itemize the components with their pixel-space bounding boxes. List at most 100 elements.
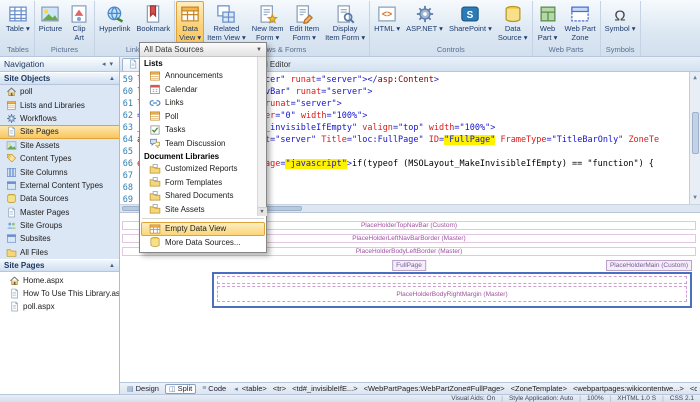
ribbon-group-name: Pictures xyxy=(36,45,93,56)
sidebar-item-label: Site Columns xyxy=(20,168,68,177)
sidebar-item-master-pages[interactable]: Master Pages xyxy=(0,206,119,219)
tag-path-item[interactable]: <td#_invisibleIfE...> xyxy=(292,384,357,393)
ribbon-button-bookmark[interactable]: Bookmark xyxy=(133,1,173,35)
scrollbar-thumb[interactable] xyxy=(692,112,699,154)
menu-item-links[interactable]: Links xyxy=(141,96,256,110)
sidebar-item-lists-and-libraries[interactable]: Lists and Libraries xyxy=(0,98,119,111)
omega-icon: Ω xyxy=(610,4,630,24)
tree-item-home-aspx[interactable]: Home.aspx xyxy=(0,274,119,287)
menu-item-calendar[interactable]: Calendar xyxy=(141,83,256,97)
ribbon-button-picture[interactable]: Picture xyxy=(36,1,65,35)
ribbon-button-asp-net[interactable]: ASP.NET ▾ xyxy=(403,1,446,35)
menu-item-shared-documents[interactable]: Shared Documents xyxy=(141,189,256,203)
sidebar-item-site-columns[interactable]: Site Columns xyxy=(0,165,119,178)
menu-item-form-templates[interactable]: Form Templates xyxy=(141,176,256,190)
data-source-filter-combobox[interactable]: All Data Sources ▼ xyxy=(140,43,266,57)
ribbon-button-label: Data View ▾ xyxy=(179,25,201,42)
ribbon-button-data-view[interactable]: Data View ▾ xyxy=(176,1,204,43)
site-pages-header[interactable]: Site Pages ▲ xyxy=(0,259,119,272)
sidebar-item-data-sources[interactable]: Data Sources xyxy=(0,192,119,205)
line-number: 63 xyxy=(120,122,133,134)
ribbon-button-web-part-zone[interactable]: Web Part Zone xyxy=(562,1,599,43)
menu-item-poll[interactable]: Poll xyxy=(141,110,256,124)
tag-path-item[interactable]: <WebPartPages:WebPartZone#FullPage> xyxy=(364,384,505,393)
ribbon-button-edit-item-form[interactable]: Edit Item Form ▾ xyxy=(286,1,322,43)
site-objects-header[interactable]: Site Objects ▲ xyxy=(0,72,119,85)
sidebar-item-site-groups[interactable]: Site Groups xyxy=(0,219,119,232)
ribbon-button-symbol[interactable]: ΩSymbol ▾ xyxy=(602,1,639,35)
view-button-label: Code xyxy=(208,384,226,393)
menu-scrollbar[interactable]: ▼ xyxy=(257,57,266,216)
tree-item-how-to-use-this-library-aspx[interactable]: How To Use This Library.aspx xyxy=(0,287,119,300)
menu-item-label: More Data Sources... xyxy=(165,238,241,247)
nav-menu-icon[interactable]: ▾ xyxy=(107,60,115,68)
tag-path-item[interactable]: <table> xyxy=(242,384,267,393)
html-icon: <> xyxy=(377,4,397,24)
ribbon-button-web-part[interactable]: Web Part ▾ xyxy=(534,1,562,43)
view-button-split[interactable]: ◫Split xyxy=(165,384,196,394)
ribbon-button-data-source[interactable]: Data Source ▾ xyxy=(495,1,531,43)
tag-breadcrumb-bar: ▤Design◫Split≡Code ◂ <table> <tr> <td#_inv… xyxy=(120,382,700,394)
tree-item-poll-aspx[interactable]: poll.aspx xyxy=(0,300,119,313)
line-number: 69 xyxy=(120,194,133,205)
tag-path: <table> <tr> <td#_invisibleIfE...> <WebPart… xyxy=(242,384,697,393)
webpart-inner-region[interactable] xyxy=(217,276,687,284)
ribbon-button-label: Table ▾ xyxy=(6,25,30,34)
ribbon-button-related-item-view[interactable]: Related Item View ▾ xyxy=(204,1,249,43)
ribbon-button-sharepoint[interactable]: SSharePoint ▾ xyxy=(446,1,495,35)
code-vertical-scrollbar[interactable]: ▲ ▼ xyxy=(689,72,700,204)
sidebar-item-site-pages[interactable]: Site Pages xyxy=(0,125,119,138)
menu-item-more-data-sources[interactable]: More Data Sources... xyxy=(141,236,265,250)
menu-item-tasks[interactable]: Tasks xyxy=(141,123,256,137)
menu-item-announcements[interactable]: Announcements xyxy=(141,69,256,83)
sidebar-item-site-assets[interactable]: Site Assets xyxy=(0,139,119,152)
ribbon-button-label: ASP.NET ▾ xyxy=(406,25,443,34)
webpart-inner-region[interactable]: PlaceHolderBodyRightMargin (Master) xyxy=(217,286,687,302)
menu-item-empty-data-view[interactable]: Empty Data View xyxy=(141,222,265,236)
design-zone-tab[interactable]: FullPage xyxy=(392,260,426,271)
menu-item-team-discussion[interactable]: Team Discussion xyxy=(141,137,256,151)
ribbon-group-name: Web Parts xyxy=(534,45,599,56)
status-item: 100% xyxy=(587,395,604,402)
tag-path-item[interactable]: <webpartpages:wikicontentwe...> xyxy=(573,384,684,393)
menu-item-customized-reports[interactable]: Customized Reports xyxy=(141,162,256,176)
view-button-code[interactable]: ≡Code xyxy=(198,384,230,394)
sidebar-item-external-content-types[interactable]: External Content Types xyxy=(0,179,119,192)
ribbon-button-display-item-form[interactable]: Display Item Form ▾ xyxy=(322,1,368,43)
tree-item-label: Home.aspx xyxy=(23,276,63,285)
collapse-nav-icon[interactable]: ◂ xyxy=(100,60,108,68)
sidebar-item-content-types[interactable]: Content Types xyxy=(0,152,119,165)
sidebar-item-all-files[interactable]: All Files xyxy=(0,246,119,259)
sidebar-item-label: Site Groups xyxy=(20,221,62,230)
scroll-up-icon[interactable]: ▲ xyxy=(693,72,697,84)
tag-path-item[interactable]: <content> xyxy=(690,384,697,393)
sharepoint-icon: S xyxy=(460,4,480,24)
menu-item-site-assets[interactable]: Site Assets xyxy=(141,203,256,217)
sidebar-item-label: Lists and Libraries xyxy=(20,101,85,110)
ribbon-button-table[interactable]: Table ▾ xyxy=(3,1,33,35)
sidebar-item-poll[interactable]: poll xyxy=(0,85,119,98)
ribbon-button-label: Related Item View ▾ xyxy=(207,25,246,42)
design-main-tab[interactable]: PlaceHolderMain (Custom) xyxy=(606,260,692,271)
site-objects-list: poll Lists and Libraries WorkflowsSite Pag… xyxy=(0,85,119,259)
site-objects-header-label: Site Objects xyxy=(4,74,50,83)
ribbon-button-html[interactable]: <>HTML ▾ xyxy=(371,1,403,35)
ribbon-button-hyperlink[interactable]: Hyperlink xyxy=(96,1,133,35)
ribbon-group-tables: Table ▾Tables xyxy=(2,1,35,56)
line-number: 61 xyxy=(120,98,133,110)
view-button-icon: ▤ xyxy=(127,385,134,393)
scroll-down-icon[interactable]: ▼ xyxy=(693,192,697,204)
tag-path-item[interactable]: <tr> xyxy=(273,384,286,393)
status-item: CSS 2.1 xyxy=(670,395,694,402)
ribbon-button-new-item-form[interactable]: New Item Form ▾ xyxy=(249,1,287,43)
view-button-design[interactable]: ▤Design xyxy=(123,384,163,394)
selected-webpart-zone[interactable]: PlaceHolderBodyRightMargin (Master) xyxy=(212,272,692,308)
sidebar-item-workflows[interactable]: Workflows xyxy=(0,112,119,125)
tag-path-scroll-left-icon[interactable]: ◂ xyxy=(234,385,238,393)
sidebar-item-subsites[interactable]: Subsites xyxy=(0,232,119,245)
ribbon-group-pictures: PictureClip Art Pictures xyxy=(35,1,95,56)
tag-path-item[interactable]: <ZoneTemplate> xyxy=(511,384,567,393)
scroll-down-icon[interactable]: ▼ xyxy=(258,207,267,216)
ribbon-button-clip-art[interactable]: Clip Art xyxy=(65,1,93,43)
calendar-icon xyxy=(149,83,161,95)
